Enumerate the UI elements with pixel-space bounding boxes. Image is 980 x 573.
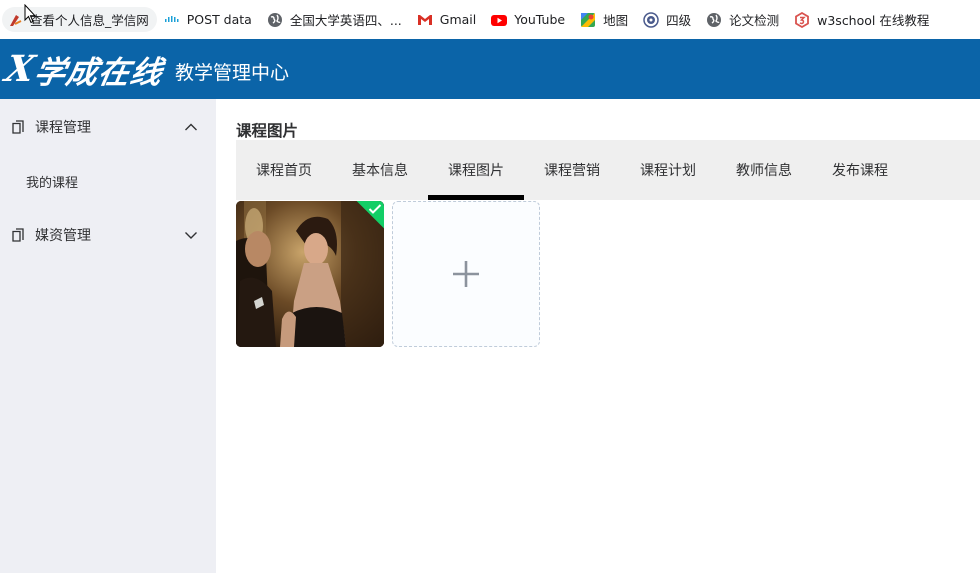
menu-course-management[interactable]: 课程管理 [0,99,216,155]
tab-label: 课程营销 [544,163,600,179]
youtube-icon [491,12,508,28]
bookmark-label: 查看个人信息_学信网 [30,13,149,28]
chevron-down-icon [185,232,197,239]
upload-picture-button[interactable] [392,201,540,347]
tab-teacher-info[interactable]: 教师信息 [716,140,812,200]
course-tabs: 课程首页 基本信息 课程图片 课程营销 课程计划 教师信息 发布课程 [236,140,980,200]
bookmark-cet4[interactable]: 四级 [638,7,699,32]
main-content: 课程图片 课程首页 基本信息 课程图片 课程营销 课程计划 教师信息 发布课程 [216,99,980,573]
globe-icon [706,12,722,28]
document-icon [12,228,24,242]
tab-course-marketing[interactable]: 课程营销 [524,140,620,200]
cet-icon [643,11,659,28]
document-icon [12,120,24,134]
bookmark-youtube[interactable]: YouTube [486,7,573,32]
logo-text: 学成在线 [31,54,166,91]
sidebar: 课程管理 我的课程 媒资管理 [0,99,216,573]
bookmark-post-data[interactable]: POST data [159,7,260,32]
bookmark-cet[interactable]: 全国大学英语四、... [262,7,410,32]
logo[interactable]: X 学成在线 [2,47,166,92]
tab-basic-info[interactable]: 基本信息 [332,140,428,200]
tab-publish-course[interactable]: 发布课程 [812,140,908,200]
app-title: 教学管理中心 [174,61,289,84]
w3school-icon [794,11,810,28]
tab-course-picture[interactable]: 课程图片 [428,140,524,200]
bookmark-label: YouTube [514,12,566,27]
bookmark-label: 论文检测 [729,13,780,28]
page-title: 课程图片 [236,122,299,140]
sidebar-item-my-courses[interactable]: 我的课程 [0,155,216,207]
tab-label: 课程计划 [640,163,696,179]
check-icon [368,204,382,214]
bookmark-gmail[interactable]: Gmail [412,7,484,32]
sidebar-item-label: 我的课程 [26,175,79,191]
gmail-icon [417,12,433,28]
bookmark-maps[interactable]: 地图 [575,7,636,32]
bookmark-label: w3school 在线教程 [817,13,930,28]
chevron-up-icon [185,123,197,131]
tab-label: 发布课程 [832,163,888,179]
menu-label: 课程管理 [35,120,91,136]
tab-course-home[interactable]: 课程首页 [236,140,332,200]
mouse-cursor-icon [24,4,36,24]
bookmark-label: 全国大学英语四、... [289,13,402,28]
menu-label: 媒资管理 [35,228,91,244]
bookmark-label: 四级 [666,13,692,28]
bookmarks-bar: 查看个人信息_学信网 POST data 全国大学英语四、... Gmail Y… [0,0,980,39]
app-header: X 学成在线 教学管理中心 [0,39,980,99]
tab-label: 课程首页 [256,163,312,179]
uploaded-course-picture[interactable] [236,201,384,347]
bookmark-label: 地图 [603,13,629,28]
bookmark-label: POST data [186,12,252,27]
bookmark-label: Gmail [439,12,477,27]
tab-label: 教师信息 [736,163,792,179]
globe-icon [267,12,283,28]
cisco-icon [164,12,180,28]
tab-label: 课程图片 [448,163,504,179]
course-picture-thumbnail [236,201,384,347]
tab-label: 基本信息 [352,163,408,179]
chsi-icon [7,12,23,28]
bookmark-w3school[interactable]: w3school 在线教程 [789,7,937,32]
logo-mark: X [1,48,37,90]
tab-course-plan[interactable]: 课程计划 [620,140,716,200]
menu-media-management[interactable]: 媒资管理 [0,207,216,263]
plus-icon [453,261,479,287]
maps-icon [580,12,596,28]
bookmark-paper-check[interactable]: 论文检测 [701,7,787,32]
